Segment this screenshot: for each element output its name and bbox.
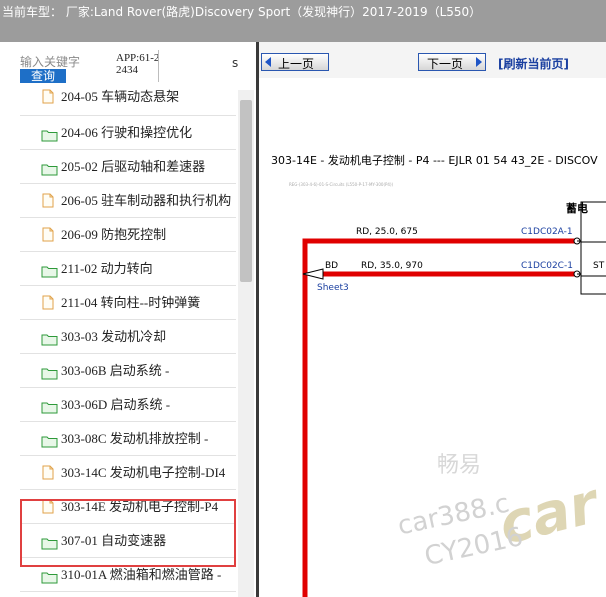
diagram-title: 303-14E - 发动机电子控制 - P4 --- EJLR 01 54 43… — [271, 154, 598, 167]
prev-page-label: 上一页 — [278, 57, 315, 71]
pin-label: ST — [593, 261, 605, 271]
folder-icon — [41, 331, 58, 346]
wire-1-label: RD, 25.0, 675 — [356, 227, 418, 237]
tree-item[interactable]: 303-08C 发动机排放控制 - — [20, 422, 236, 456]
search-area: 查询 APP:61-22434 s — [0, 42, 256, 90]
document-tree: 204-05 车辆动态悬架 204-06 行驶和操控优化 205-02 后驱动轴和差… — [20, 89, 236, 592]
diagram-subtitle: REG-(303-4-6)-01-S-Circuits (L550-P-17-M… — [289, 182, 394, 187]
tree-item[interactable]: 206-05 驻车制动器和执行机构 — [20, 184, 236, 218]
folder-icon — [41, 569, 58, 584]
tree-item[interactable]: 211-02 动力转向 — [20, 252, 236, 286]
folder-icon — [41, 127, 58, 142]
tree-item[interactable]: 310-01A 燃油箱和燃油管路 - — [20, 558, 236, 592]
folder-icon — [41, 161, 58, 176]
arrow-left-icon — [265, 57, 271, 67]
tree-item-label: 303-06D 启动系统 - — [61, 397, 171, 412]
file-icon — [42, 193, 54, 208]
tree-item-label: 211-02 动力转向 — [61, 261, 153, 276]
tree-item-label: 303-03 发动机冷却 — [61, 329, 167, 344]
file-icon — [42, 227, 54, 242]
tree-item-label: 206-05 驻车制动器和执行机构 — [61, 193, 232, 208]
tree-item-label: 206-09 防抱死控制 — [61, 227, 167, 242]
tree-item-label: 307-01 自动变速器 — [61, 533, 167, 548]
tree-item-label: 303-14E 发动机电子控制-P4 — [61, 499, 219, 514]
folder-icon — [41, 433, 58, 448]
folder-icon — [41, 263, 58, 278]
tree-item-label: 204-05 车辆动态悬架 — [61, 89, 180, 104]
refresh-page-link[interactable]: [刷新当前页] — [498, 55, 569, 72]
diagram-panel: 上一页 下一页 [刷新当前页] 303-14E - 发动机电子控制 - P4 -… — [259, 42, 606, 597]
file-icon — [42, 89, 54, 104]
tree-item-label: 204-06 行驶和操控优化 — [61, 125, 193, 140]
watermark-text: 畅易 — [437, 453, 482, 478]
folder-icon — [41, 535, 58, 550]
folder-icon — [41, 365, 58, 380]
tree-item-label: 211-04 转向柱--时钟弹簧 — [61, 295, 201, 310]
tree-item[interactable]: 211-04 转向柱--时钟弹簧 — [20, 286, 236, 320]
next-page-label: 下一页 — [427, 57, 464, 71]
title-bar: 当前车型： 厂家:Land Rover(路虎)Discovery Sport（发… — [0, 0, 606, 42]
arrow-right-icon — [476, 57, 482, 67]
sheet-reference-link[interactable]: Sheet3 — [317, 283, 349, 293]
tree-item-label: 310-01A 燃油箱和燃油管路 - — [61, 567, 222, 582]
divider — [158, 50, 159, 82]
battery-box — [580, 201, 606, 295]
tree-item[interactable]: 303-14C 发动机电子控制-DI4 — [20, 456, 236, 490]
next-page-button[interactable]: 下一页 — [418, 53, 486, 71]
tree-item[interactable]: 303-06B 启动系统 - — [20, 354, 236, 388]
tree-item-label: 205-02 后驱动轴和差速器 — [61, 159, 206, 174]
tree-item[interactable]: 303-06D 启动系统 - — [20, 388, 236, 422]
query-button[interactable]: 查询 — [20, 69, 66, 83]
tree-item[interactable]: 303-14E 发动机电子控制-P4 — [20, 490, 236, 524]
tree-item[interactable]: 204-06 行驶和操控优化 — [20, 116, 236, 150]
page-toolbar: 上一页 下一页 [刷新当前页] — [259, 42, 606, 78]
tree-item[interactable]: 204-05 车辆动态悬架 — [20, 89, 236, 116]
vertical-scrollbar[interactable] — [238, 90, 254, 597]
wire-1-connector: C1DC02A-1 — [521, 227, 573, 237]
left-panel: 查询 APP:61-22434 s 204-05 车辆动态悬架 204-06 行驶… — [0, 42, 256, 597]
truncated-label: s — [232, 56, 239, 70]
search-input[interactable] — [20, 54, 112, 70]
battery-label: 蓄电 — [566, 201, 588, 215]
wire-2-connector: C1DC02C-1 — [521, 261, 573, 271]
prev-page-button[interactable]: 上一页 — [261, 53, 329, 71]
file-icon — [42, 499, 54, 514]
tree-item[interactable]: 303-03 发动机冷却 — [20, 320, 236, 354]
tree-item[interactable]: 205-02 后驱动轴和差速器 — [20, 150, 236, 184]
app-id-label: APP:61-22434 — [116, 52, 160, 76]
scrollbar-thumb[interactable] — [240, 100, 252, 282]
tree-item-label: 303-08C 发动机排放控制 - — [61, 431, 209, 446]
wire-2-label: RD, 35.0, 970 — [361, 261, 423, 271]
tree-item-label: 303-14C 发动机电子控制-DI4 — [61, 465, 226, 480]
tree-item[interactable]: 206-09 防抱死控制 — [20, 218, 236, 252]
file-icon — [42, 465, 54, 480]
wire-2-tag: BD — [325, 261, 338, 271]
tree-item[interactable]: 307-01 自动变速器 — [20, 524, 236, 558]
tree-item-label: 303-06B 启动系统 - — [61, 363, 170, 378]
vehicle-title: 当前车型： 厂家:Land Rover(路虎)Discovery Sport（发… — [2, 5, 482, 19]
folder-icon — [41, 399, 58, 414]
file-icon — [42, 295, 54, 310]
